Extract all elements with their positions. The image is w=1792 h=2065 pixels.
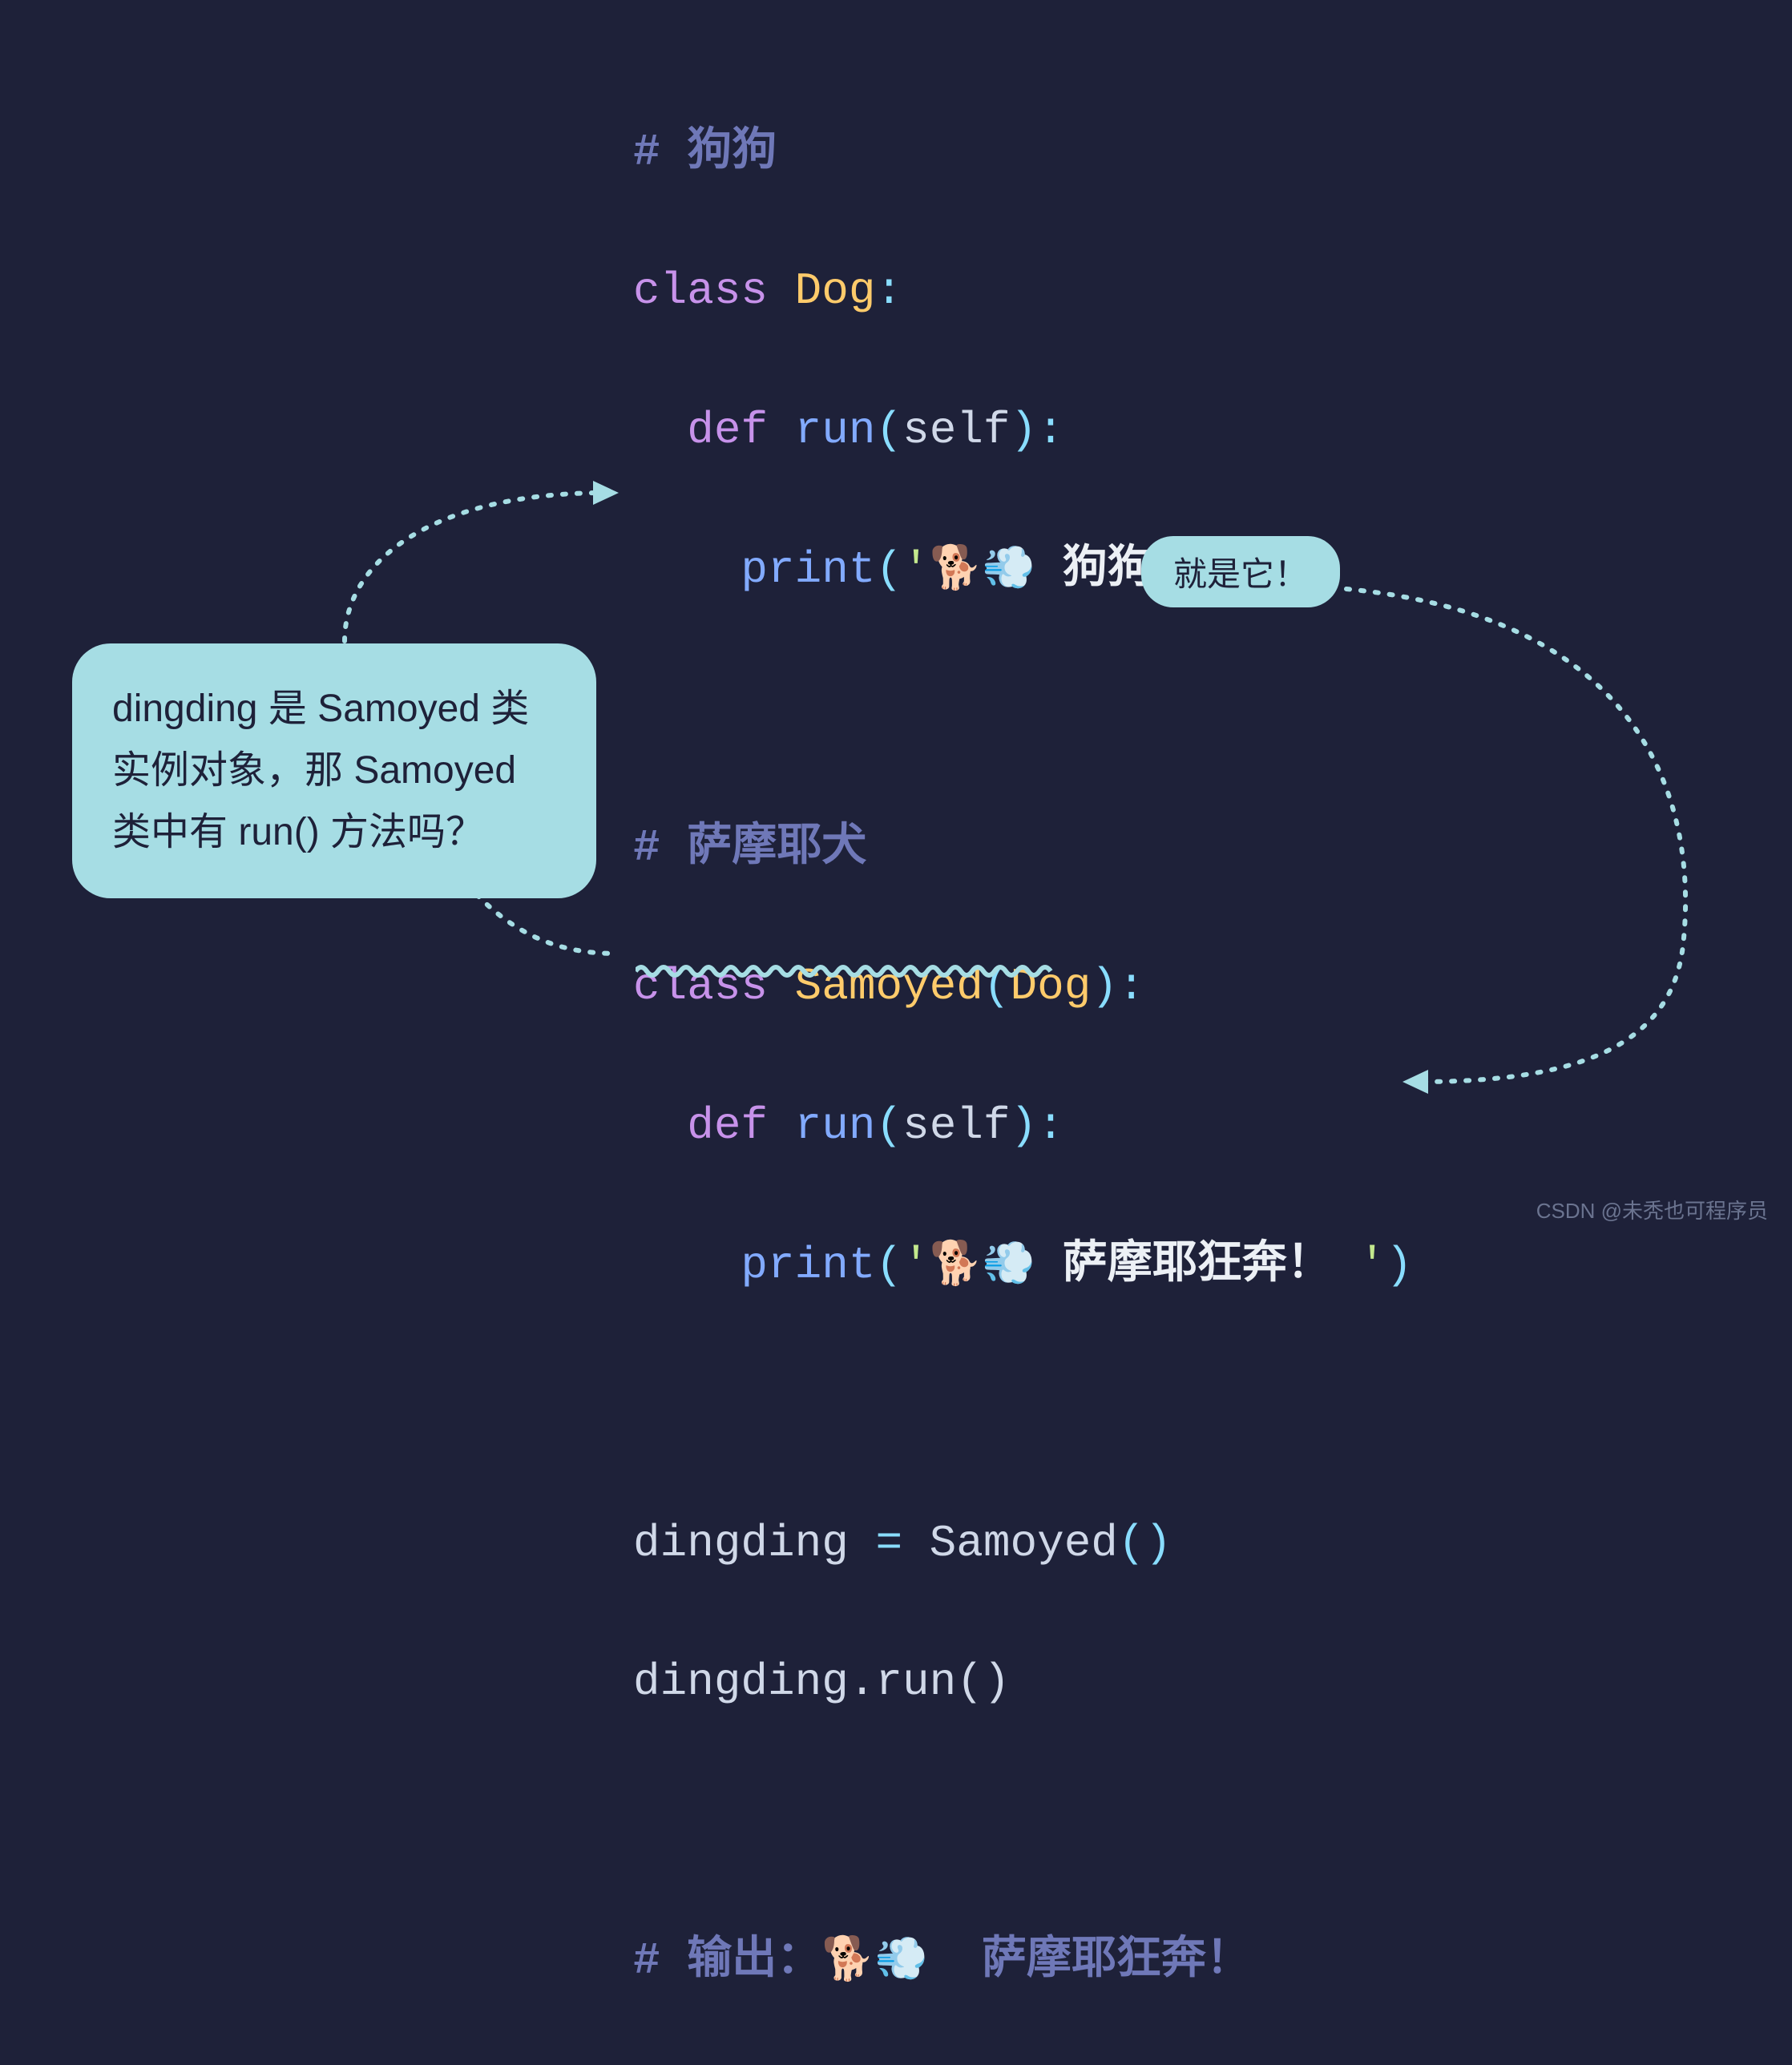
kw-class: class (633, 265, 768, 317)
comment-output-b: 萨摩耶狂奔！ (928, 1935, 1251, 1986)
dog-dash-emoji: 🐕💨 (821, 1938, 927, 1986)
fn-run: run (795, 405, 876, 456)
kw-def: def (687, 405, 768, 456)
var-dingding: dingding (633, 1518, 875, 1569)
callout-text: dingding 是 Samoyed 类实例对象，那 Samoyed 类中有 r… (112, 688, 529, 853)
squiggle-underline (636, 963, 1055, 979)
watermark: CSDN @未秃也可程序员 (1536, 1195, 1768, 1224)
call-run: dingding.run() (633, 1656, 1010, 1708)
comment-dog: # 狗狗 (633, 127, 777, 178)
colon: : (875, 265, 902, 317)
comment-output-a: # 输出： (633, 1935, 821, 1986)
fn-run2: run (795, 1100, 876, 1151)
fn-print2: print (741, 1240, 875, 1291)
explainer-callout: dingding 是 Samoyed 类实例对象，那 Samoyed 类中有 r… (72, 643, 596, 898)
kw-def: def (687, 1100, 768, 1151)
comment-samoyed: # 萨摩耶犬 (633, 822, 866, 873)
found-it-badge: 就是它！ (1141, 536, 1340, 607)
code-block: # 狗狗 class Dog: def run(self): print('🐕💨… (633, 48, 1413, 2065)
dog-dash-emoji: 🐕💨 (930, 1242, 1035, 1290)
badge-text: 就是它！ (1173, 555, 1308, 593)
class-dog: Dog (795, 265, 876, 317)
dog-dash-emoji: 🐕💨 (930, 546, 1035, 595)
fn-print: print (741, 544, 875, 595)
